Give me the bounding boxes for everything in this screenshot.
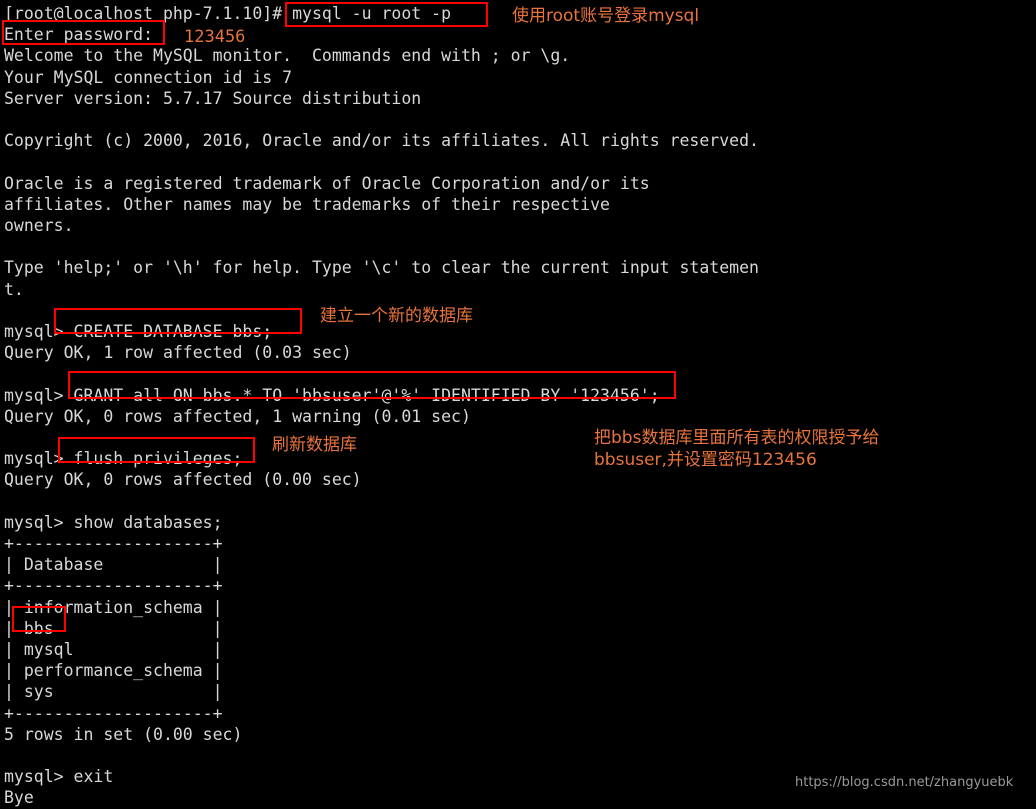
terminal-line: Bye [4,788,34,808]
annotation-create-db-note: 建立一个新的数据库 [320,306,473,326]
terminal-line: Welcome to the MySQL monitor. Commands e… [4,46,571,66]
annotation-login-note: 使用root账号登录mysql [512,6,700,26]
terminal-line: Query OK, 0 rows affected, 1 warning (0.… [4,406,471,426]
terminal-line: | sys | [4,682,223,702]
terminal-line: mysql> GRANT all ON bbs.* TO 'bbsuser'@'… [4,385,660,405]
terminal-line: Oracle is a registered trademark of Orac… [4,173,650,193]
annotation-password-value: 123456 [184,27,246,47]
terminal-line: 5 rows in set (0.00 sec) [4,724,243,744]
annotation-grant-note-line2: bbsuser,并设置密码123456 [594,450,817,470]
terminal-line: +--------------------+ [4,703,223,723]
terminal-line: mysql> exit [4,767,114,787]
terminal-line: | mysql | [4,640,223,659]
annotation-flush-note: 刷新数据库 [272,435,357,455]
terminal-line: Type 'help;' or '\h' for help. Type '\c'… [4,258,759,278]
terminal-line: +--------------------+ [4,534,223,553]
terminal-line: | bbs | [4,618,223,638]
terminal-line: mysql> show databases; [4,512,223,532]
terminal-line: +--------------------+ [4,576,223,596]
terminal-window: [root@localhost php-7.1.10]# mysql -u ro… [0,0,1036,807]
terminal-line: Copyright (c) 2000, 2016, Oracle and/or … [4,131,759,151]
terminal-line: Your MySQL connection id is 7 [4,67,293,87]
terminal-line: | Database | [4,555,223,575]
terminal-line: | performance_schema | [4,661,223,681]
watermark: https://blog.csdn.net/zhangyuebk [795,775,1014,790]
annotation-grant-note-line1: 把bbs数据库里面所有表的权限授予给 [594,428,880,448]
terminal-line: owners. [4,216,74,235]
terminal-line: mysql> flush privileges; [4,449,243,469]
terminal-line: Query OK, 0 rows affected (0.00 sec) [4,470,362,490]
terminal-line: Enter password: [4,25,154,45]
terminal-line: affiliates. Other names may be trademark… [4,194,610,214]
terminal-line: [root@localhost php-7.1.10]# mysql -u ro… [4,4,452,23]
terminal-line: Server version: 5.7.17 Source distributi… [4,88,422,108]
terminal-line: | information_schema | [4,597,223,617]
terminal-line: mysql> CREATE DATABASE bbs; [4,322,273,341]
terminal-line: t. [4,279,24,299]
terminal-line: Query OK, 1 row affected (0.03 sec) [4,343,352,363]
